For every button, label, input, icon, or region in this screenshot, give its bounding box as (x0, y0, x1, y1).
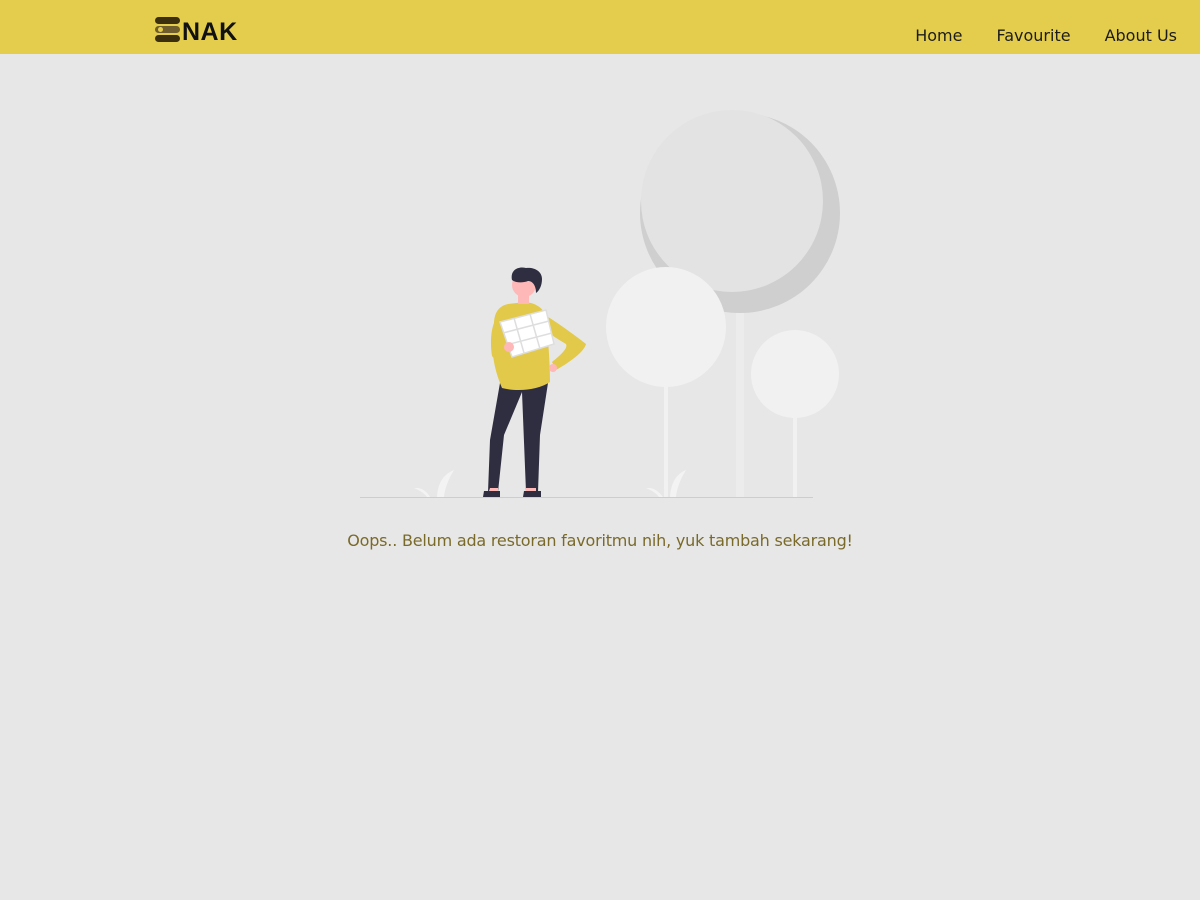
main-nav: Home Favourite About Us (881, 0, 1200, 54)
small-tree (751, 330, 839, 498)
nav-link-favourite[interactable]: Favourite (996, 26, 1070, 54)
nav-link-about-us[interactable]: About Us (1105, 26, 1177, 54)
brand-name: NAK (182, 18, 238, 46)
grass-tufts (414, 470, 686, 497)
burger-stack-icon (155, 16, 181, 44)
brand-logo[interactable]: NAK (155, 14, 238, 46)
person-figure (483, 267, 586, 497)
empty-favourites-message: Oops.. Belum ada restoran favoritmu nih,… (347, 531, 853, 550)
top-navbar: NAK Home Favourite About Us (0, 0, 1200, 54)
medium-tree (606, 267, 726, 498)
nav-link-home[interactable]: Home (915, 26, 962, 54)
empty-favourites-illustration (360, 110, 840, 498)
